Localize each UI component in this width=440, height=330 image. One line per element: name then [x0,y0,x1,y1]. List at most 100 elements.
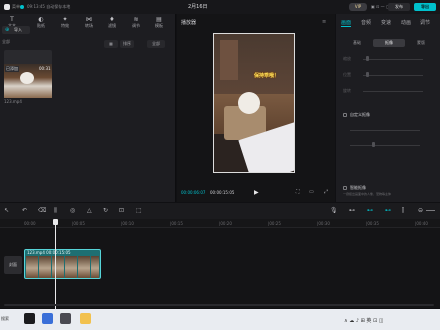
export-button[interactable]: 导出 [414,3,436,11]
fit-icon[interactable]: ⬚ [136,208,142,214]
playhead[interactable] [55,219,56,315]
rotate-icon[interactable]: ↻ [103,208,108,214]
tab-speed[interactable]: 变速 [381,19,391,26]
playhead-handle[interactable] [53,219,58,225]
import-label: 导入 [14,27,22,32]
taskbar-search[interactable]: 搜索 [1,316,9,322]
ruler-tick: |00:20 [219,221,232,226]
tab-picture[interactable]: 画面 [341,19,351,26]
timeline-scrollbar[interactable] [4,304,434,306]
cutout-edge-slider[interactable] [350,145,420,146]
project-title[interactable]: 2月16日 [188,4,208,10]
segment-mask[interactable]: 蒙版 [407,39,435,47]
freeze-icon[interactable]: ◎ [70,208,75,214]
ruler-tick: |00:35 [366,221,379,226]
ruler-tick: 00:00 [24,221,36,226]
folder-taskbar-icon[interactable] [80,313,91,324]
tool-transition[interactable]: ⋈ 转场 [81,16,97,28]
publish-button[interactable]: 发布 [388,3,410,11]
tool-sticker[interactable]: ◐ 贴纸 [33,16,49,28]
filter-all-dropdown[interactable]: 全部 [147,40,165,48]
active-tab-indicator [341,26,351,27]
text-icon: T [10,16,14,23]
ruler-tick: |00:15 [170,221,183,226]
tool-filter[interactable]: ♦ 滤镜 [104,16,120,28]
filter-icon: ♦ [109,16,115,23]
microphone-icon[interactable]: 🎙 [330,208,338,214]
clip-label: 123.mp4 00:00:15:05 [27,250,71,255]
menu-button[interactable]: 菜单 [12,4,20,9]
transition-icon: ⋈ [86,16,92,23]
tool-label: 转场 [85,23,93,28]
delete-icon[interactable]: ⌫ [38,208,46,214]
segment-cutout[interactable]: 抠像 [373,39,405,47]
ruler-tick: |00:40 [415,221,428,226]
rotation-slider[interactable] [363,91,423,92]
tool-template[interactable]: ▤ 模板 [151,16,167,28]
app-taskbar-icon[interactable] [42,313,53,324]
tab-audio[interactable]: 音频 [361,19,371,26]
timeline-toolbar [0,203,440,219]
plus-icon: ⊕ [5,27,10,33]
split-icon[interactable]: ⫼ [54,208,57,214]
custom-cutout-label: 自定义抠像 [350,112,370,117]
media-filename: 123.mp4 [4,99,22,104]
cover-button[interactable]: 封面 [4,256,22,274]
scale-slider-knob[interactable] [366,56,369,61]
video-preview[interactable]: 保持乖哦！ [213,33,295,173]
undo-icon[interactable]: ↶ [22,208,27,214]
clip-frame [65,256,77,278]
clip-frame [39,256,51,278]
tool-label: 滤镜 [108,23,116,28]
sort-button[interactable]: 排序 [120,40,134,48]
media-section-label: 全部 [2,39,10,44]
prop-label: 旋转 [343,88,351,93]
select-icon[interactable]: ↖ [4,208,9,214]
segment-basic[interactable]: 基础 [343,39,371,47]
tool-label: 模板 [155,23,163,28]
mirror-icon[interactable]: △ [87,208,92,214]
smart-cutout-label: 智能抠像 [350,185,366,190]
added-badge: 已添加 [5,66,19,72]
tool-label: 调节 [132,23,140,28]
preview-dog [238,92,260,114]
view-toggle-button[interactable]: ▦ [104,40,118,48]
tool-adjust[interactable]: ≋ 调节 [128,16,144,28]
zoom-slider[interactable] [426,210,435,211]
preview-door [220,40,238,80]
cutout-strength-slider[interactable] [350,130,420,131]
zoom-out-icon[interactable]: ⊖ [418,208,423,214]
system-tray[interactable]: ∧ ☁ ♪ ⊞ 英 ⊡ ◫ [344,317,384,324]
position-slider[interactable] [363,75,423,76]
media-duration: 00:31 [39,66,51,71]
ruler-tick: |00:25 [268,221,281,226]
crop-icon[interactable]: ⛶ [296,189,300,195]
zoom-fit-icon[interactable]: ⫿ [402,208,404,214]
autosave-status-icon [20,5,24,9]
thumbnail-dog [20,72,34,84]
preview-axis-icon[interactable]: ⊷ [385,208,391,214]
effects-icon: ✦ [62,16,68,23]
position-slider-knob[interactable] [366,72,369,77]
player-menu-icon[interactable]: ≡ [322,19,326,25]
tool-effects[interactable]: ✦ 特效 [57,16,73,28]
play-icon[interactable]: ▶ [254,189,259,196]
tab-adjust[interactable]: 调节 [420,19,430,26]
link-main-track-icon[interactable]: ⊷ [349,208,355,214]
ratio-icon[interactable]: ▭ [309,189,314,195]
tool-label: 贴纸 [37,23,45,28]
prop-label: 位置 [343,72,351,77]
app-taskbar-icon[interactable] [60,313,71,324]
scale-slider[interactable] [363,59,423,60]
tool-label: 特效 [61,23,69,28]
cutout-edge-knob[interactable] [372,142,375,147]
tab-animation[interactable]: 动画 [401,19,411,26]
capcut-taskbar-icon[interactable] [24,313,35,324]
crop-clip-icon[interactable]: ⊡ [119,208,124,214]
fullscreen-icon[interactable]: ⤢ [324,189,328,195]
custom-cutout-checkbox[interactable] [343,113,347,117]
app-logo-icon [4,4,10,10]
vip-badge[interactable]: VIP [349,3,367,11]
smart-cutout-checkbox[interactable] [343,186,347,190]
magnet-icon[interactable]: ⊷ [367,208,373,214]
